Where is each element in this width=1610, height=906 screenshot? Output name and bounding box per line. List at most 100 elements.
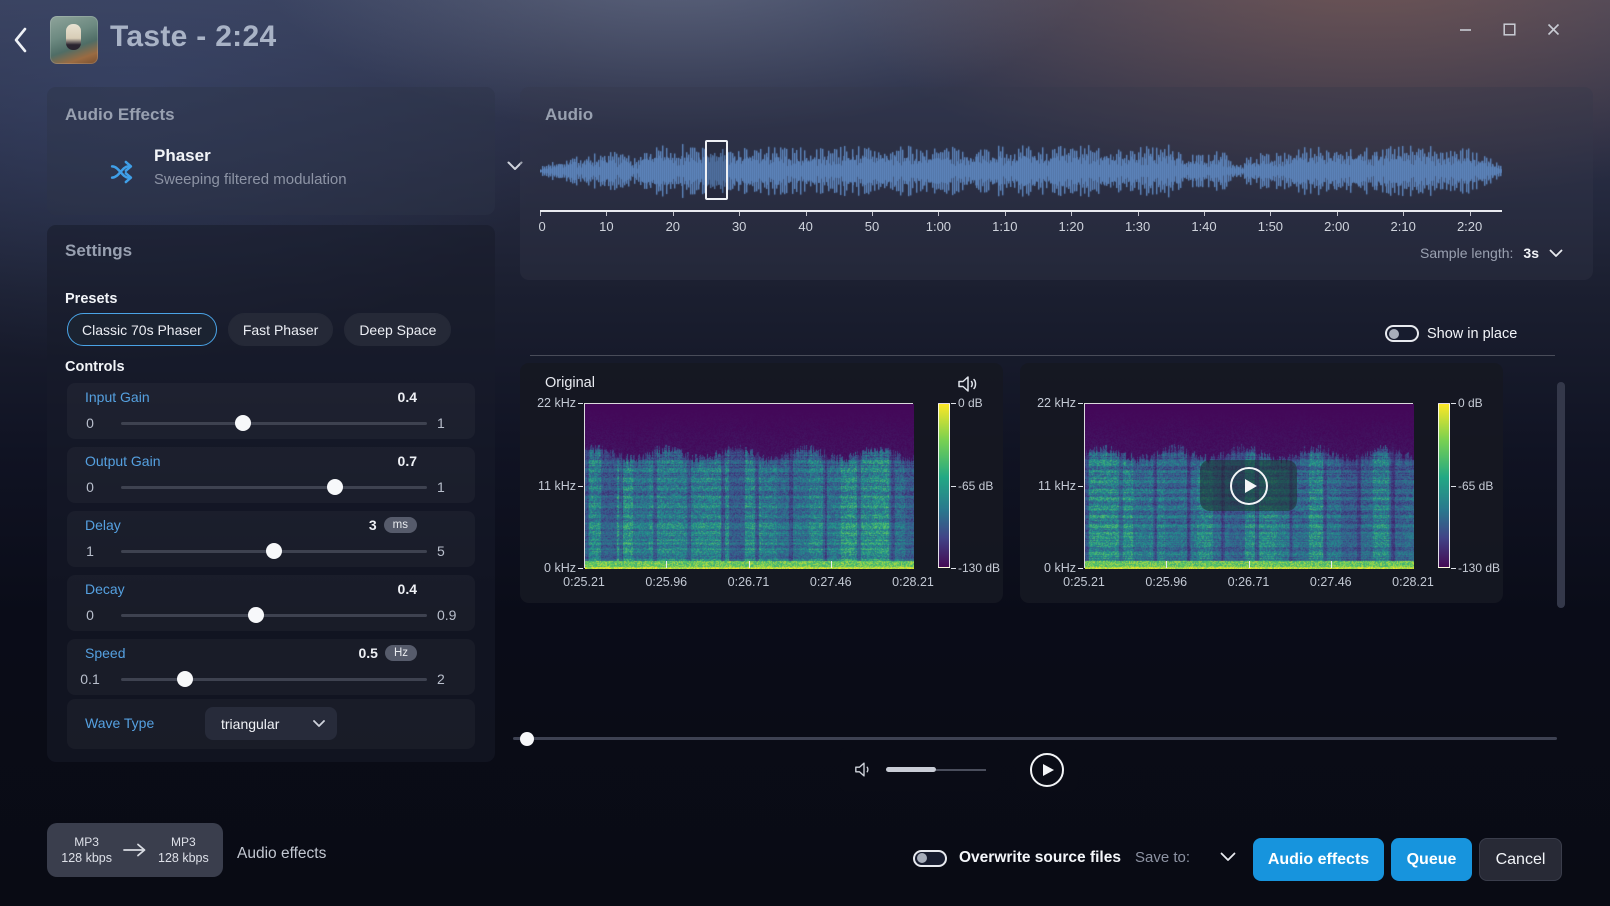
slider-track[interactable] (121, 614, 427, 617)
maximize-button[interactable] (1494, 14, 1524, 44)
slider-card-speed: Speed0.5Hz0.12 (67, 639, 475, 695)
source-format-name: MP3 (61, 834, 112, 850)
spec-time-tick-label: 0:25.21 (563, 575, 605, 589)
slider-thumb[interactable] (327, 479, 343, 495)
slider-thumb[interactable] (266, 543, 282, 559)
operation-label: Audio effects (237, 845, 326, 863)
spectrogram-card-original: Original 22 kHz11 kHz0 kHz0 dB-65 dB-130… (520, 363, 1003, 603)
preview-volume-button[interactable] (955, 373, 981, 398)
progress-thumb[interactable] (520, 732, 534, 746)
sample-length-control[interactable]: Sample length: 3s (1420, 245, 1563, 261)
db-tick-mark (1451, 486, 1456, 487)
slider-track[interactable] (121, 422, 427, 425)
slider-max-label: 2 (437, 671, 475, 687)
spec-time-tick-label: 0:26.71 (1228, 575, 1270, 589)
db-tick-label: -65 dB (1458, 479, 1508, 493)
spectrogram-card-processed: 22 kHz11 kHz0 kHz0 dB-65 dB-130 dB0:25.2… (1020, 363, 1503, 603)
time-tick-label: 1:40 (1191, 219, 1216, 234)
volume-rest (936, 769, 986, 771)
time-tick-label: 1:30 (1125, 219, 1150, 234)
chevron-down-icon (1549, 249, 1563, 258)
presets-label: Presets (65, 291, 117, 307)
waveform-selection[interactable] (705, 140, 727, 200)
audio-effects-button[interactable]: Audio effects (1253, 838, 1384, 881)
volume-slider[interactable] (886, 767, 986, 772)
playback-progress-slider[interactable] (513, 737, 1557, 740)
album-art (50, 16, 98, 64)
time-tick-mark (1337, 212, 1338, 216)
wave-type-select[interactable]: triangular (205, 707, 337, 740)
audio-effects-title: Audio Effects (65, 105, 175, 125)
preset-button-fast-phaser[interactable]: Fast Phaser (228, 313, 333, 346)
db-tick-label: 0 dB (958, 396, 1008, 410)
sample-length-value: 3s (1523, 245, 1539, 261)
time-tick-label: 2:20 (1457, 219, 1482, 234)
time-tick-mark (1138, 212, 1139, 216)
time-tick-label: 1:10 (992, 219, 1017, 234)
time-tick-label: 30 (732, 219, 746, 234)
preview-divider (530, 355, 1555, 356)
time-tick-mark (1470, 212, 1471, 216)
back-button[interactable] (6, 24, 36, 58)
show-in-place-toggle[interactable] (1385, 325, 1419, 342)
db-tick-mark (951, 568, 956, 569)
time-tick-mark (1270, 212, 1271, 216)
db-tick-label: -130 dB (958, 561, 1008, 575)
freq-tick-label: 11 kHz (1026, 479, 1076, 493)
minimize-button[interactable] (1450, 14, 1480, 44)
preset-button-deep-space[interactable]: Deep Space (344, 313, 451, 346)
freq-tick-mark (1078, 568, 1083, 569)
slider-value: 0.7 (398, 453, 417, 469)
play-icon (1043, 764, 1054, 776)
waveform-axis (540, 210, 1502, 212)
time-tick-label: 10 (599, 219, 613, 234)
freq-tick-label: 0 kHz (1026, 561, 1076, 575)
db-tick-mark (1451, 568, 1456, 569)
spec-time-tick-label: 0:25.96 (645, 575, 687, 589)
spec-time-tick-label: 0:28.21 (1392, 575, 1434, 589)
play-preview-button[interactable] (1200, 460, 1297, 511)
slider-unit-badge: Hz (385, 645, 417, 661)
slider-track[interactable] (121, 486, 427, 489)
audio-panel: Audio 010203040501:001:101:201:301:401:5… (520, 87, 1593, 280)
time-tick-mark (1005, 212, 1006, 216)
overwrite-row: Overwrite source files (913, 849, 1121, 867)
page-title: Taste - 2:24 (110, 20, 276, 54)
cancel-button[interactable]: Cancel (1479, 838, 1562, 881)
preset-button-classic-70s-phaser[interactable]: Classic 70s Phaser (67, 313, 217, 346)
effect-selector[interactable]: Phaser Sweeping filtered modulation (109, 145, 489, 197)
slider-label: Output Gain (85, 453, 161, 469)
save-to-select[interactable] (1218, 848, 1238, 867)
time-tick-label: 50 (865, 219, 879, 234)
vertical-scrollbar[interactable] (1557, 382, 1565, 608)
slider-max-label: 5 (437, 543, 475, 559)
freq-tick-label: 0 kHz (526, 561, 576, 575)
time-tick-mark (540, 212, 541, 216)
source-format: MP3 128 kbps (61, 834, 112, 866)
volume-fill (886, 767, 936, 772)
controls-label: Controls (65, 359, 125, 375)
freq-tick-label: 11 kHz (526, 479, 576, 493)
format-conversion-pill[interactable]: MP3 128 kbps MP3 128 kbps (47, 823, 223, 877)
queue-button[interactable]: Queue (1391, 838, 1472, 881)
slider-thumb[interactable] (177, 671, 193, 687)
waveform-canvas[interactable] (540, 133, 1502, 209)
time-tick-mark (673, 212, 674, 216)
slider-card-decay: Decay0.400.9 (67, 575, 475, 631)
spectrogram-colorbar (938, 403, 950, 568)
phaser-shuffle-icon (109, 157, 139, 187)
slider-value: 0.4 (398, 581, 417, 597)
time-tick-label: 2:10 (1391, 219, 1416, 234)
slider-track[interactable] (121, 678, 427, 681)
play-container (1017, 748, 1077, 791)
slider-max-label: 0.9 (437, 607, 475, 623)
wave-type-value: triangular (221, 716, 279, 732)
overwrite-toggle[interactable] (913, 850, 947, 867)
slider-track[interactable] (121, 550, 427, 553)
slider-min-label: 0 (67, 479, 113, 495)
slider-thumb[interactable] (235, 415, 251, 431)
play-button[interactable] (1030, 753, 1064, 787)
slider-label: Input Gain (85, 389, 150, 405)
close-button[interactable] (1538, 14, 1568, 44)
slider-thumb[interactable] (248, 607, 264, 623)
